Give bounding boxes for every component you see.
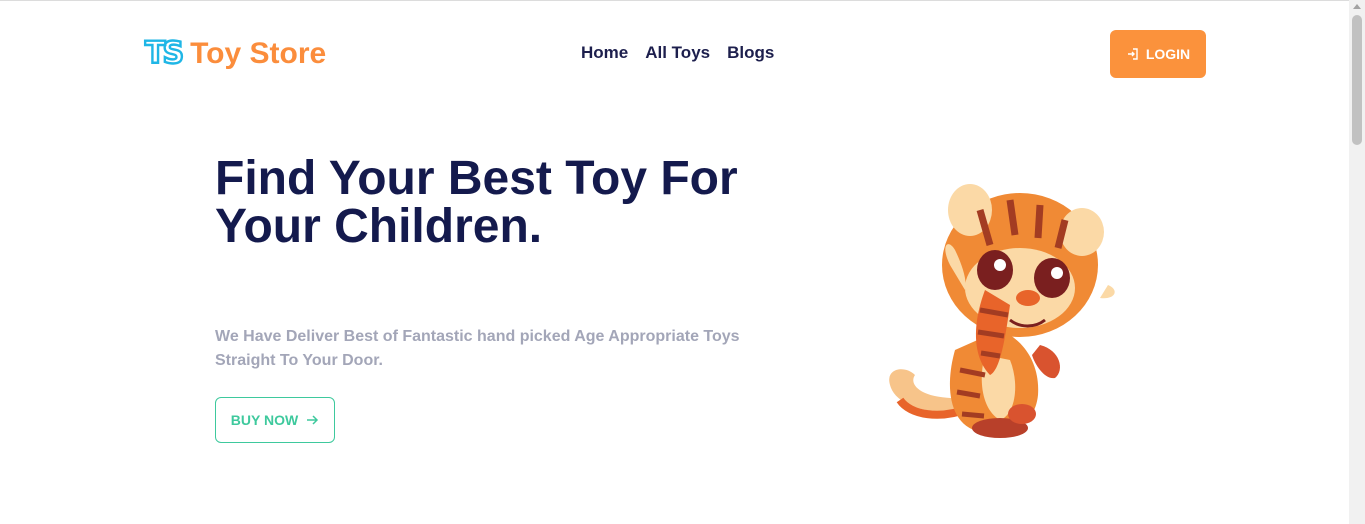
logo-text: Toy Store bbox=[190, 37, 327, 70]
buy-now-label: BUY NOW bbox=[230, 412, 299, 428]
window-top-border bbox=[0, 0, 1349, 1]
login-icon bbox=[1127, 48, 1138, 60]
hero-title: Find Your Best Toy For Your Children. bbox=[215, 152, 738, 253]
brand-logo[interactable]: TS Toy Store bbox=[144, 33, 327, 75]
buy-now-button[interactable]: BUY NOW bbox=[215, 397, 335, 443]
hero-subtitle: We Have Deliver Best of Fantastic hand p… bbox=[215, 328, 740, 369]
tiger-toy-illustration bbox=[889, 184, 1115, 438]
logo-mark: TS bbox=[144, 36, 185, 71]
page-scrollbar[interactable] bbox=[1349, 0, 1365, 524]
arrow-right-icon bbox=[307, 415, 319, 425]
login-label: LOGIN bbox=[1145, 46, 1191, 62]
nav-blogs[interactable]: Blogs bbox=[727, 43, 774, 63]
scroll-up-arrow-icon[interactable] bbox=[1353, 4, 1361, 9]
nav-home[interactable]: Home bbox=[581, 43, 628, 63]
nav-all-toys[interactable]: All Toys bbox=[645, 43, 710, 63]
scroll-thumb[interactable] bbox=[1352, 15, 1362, 145]
main-nav: Home All Toys Blogs bbox=[581, 43, 774, 63]
login-button[interactable]: LOGIN bbox=[1110, 30, 1206, 78]
